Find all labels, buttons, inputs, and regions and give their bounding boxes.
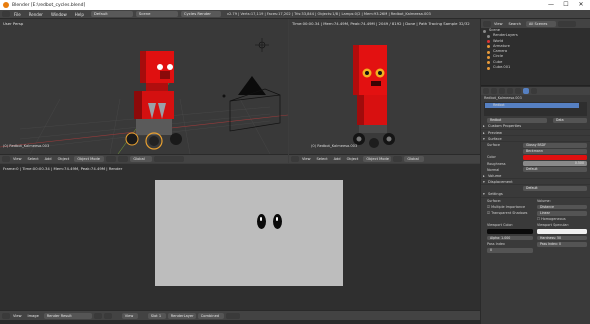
editor-type-button[interactable]	[2, 156, 10, 162]
shading-button[interactable]	[393, 156, 403, 162]
material-name-field[interactable]: Redbot	[487, 117, 547, 123]
material-tab[interactable]	[523, 88, 529, 94]
hardness-field[interactable]: Hardness: 50	[537, 235, 587, 241]
layer-selector[interactable]: RenderLayer	[167, 312, 196, 319]
texture-tab[interactable]	[531, 88, 537, 94]
close-button[interactable]: ✕	[574, 0, 588, 10]
menu-add[interactable]: Add	[331, 157, 344, 161]
display-mode-selector[interactable]: All Scenes	[525, 20, 556, 27]
viewport-specular-swatch[interactable]	[537, 229, 587, 235]
image-selector[interactable]: Render Result	[43, 312, 92, 319]
menu-add[interactable]: Add	[42, 157, 55, 161]
outliner-menu-search[interactable]: Search	[506, 22, 524, 26]
viewport-3d-right[interactable]: Time:00:00.34 | Mem:74.49M, Peak:74.49M …	[289, 19, 480, 154]
menu-object[interactable]: Object	[344, 157, 362, 161]
render-info: Frame:0 | Time:00:00.34 | Mem:74.49M, Pe…	[3, 166, 123, 171]
window-titlebar: Blender [E:\redbot_cycles.blend] — ☐ ✕	[0, 0, 590, 10]
material-slot-row[interactable]: Redbot	[485, 103, 579, 109]
minimize-button[interactable]: —	[544, 0, 558, 10]
menu-help[interactable]: Help	[71, 12, 88, 17]
right-eye-shape	[273, 214, 282, 229]
object-name-overlay-right: (0) Redbot_Kalmeesa.003	[311, 144, 358, 148]
window-title: Blender [E:\redbot_cycles.blend]	[12, 2, 86, 8]
modifiers-tab[interactable]	[515, 88, 521, 94]
render-engine-selector[interactable]: Cycles Render	[180, 11, 221, 17]
menu-select[interactable]: Select	[25, 157, 42, 161]
shading-button[interactable]	[106, 156, 117, 162]
pass-selector[interactable]: Combined	[197, 312, 224, 319]
object-name-overlay: (0) Redbot_Kalmeesa.003	[3, 144, 50, 148]
world-tab[interactable]	[499, 88, 505, 94]
viewport-left-scene	[0, 38, 288, 154]
data-selector[interactable]: Data	[553, 117, 587, 123]
pass-index-field[interactable]: Pass Index: 0	[537, 241, 587, 247]
scene-statistics: v2.79 | Verts:17,119 | Faces:17,202 | Tr…	[226, 12, 431, 16]
render-tab[interactable]	[483, 88, 489, 94]
layers-widget[interactable]	[154, 156, 185, 162]
outliner-menu-view[interactable]: View	[491, 22, 506, 26]
volume-sampling-selector[interactable]: Distance	[537, 204, 587, 210]
layout-selector[interactable]: Default	[90, 11, 133, 17]
viewport-right-scene	[353, 45, 395, 148]
editor-type-button[interactable]	[483, 20, 491, 27]
scene-selector[interactable]: Scene	[135, 11, 178, 17]
display-channels-button[interactable]	[225, 312, 240, 319]
left-eye-shape	[257, 214, 266, 229]
scene-tab[interactable]	[491, 88, 497, 94]
menu-view[interactable]: View	[10, 314, 25, 318]
interpolation-selector[interactable]: Linear	[537, 210, 587, 216]
image-editor-header: View Image Render Result View Slot 1 Ren…	[0, 310, 480, 320]
pass-index-dropdown[interactable]: 0	[487, 247, 533, 253]
view-selector[interactable]: View	[121, 312, 138, 319]
properties-tabs	[481, 86, 590, 95]
pin-image-button[interactable]	[93, 312, 102, 319]
roughness-slider[interactable]: 0.500	[523, 161, 587, 167]
orientation-selector[interactable]: Global	[404, 156, 425, 162]
right-sidebar: View Search All Scenes Scene RenderLayer…	[480, 19, 590, 324]
viewport-color-swatch[interactable]	[487, 229, 533, 235]
orientation-selector[interactable]: Global	[130, 156, 153, 162]
blender-logo-icon	[3, 2, 9, 8]
menu-window[interactable]: Window	[47, 12, 71, 17]
slot-selector[interactable]: Slot 1	[147, 312, 166, 319]
outliner-header: View Search All Scenes	[481, 19, 590, 28]
menu-view[interactable]: View	[10, 157, 25, 161]
outliner-item[interactable]: Cube.001	[481, 65, 590, 70]
menu-render[interactable]: Render	[25, 12, 47, 17]
rendered-robot	[353, 45, 395, 148]
distribution-selector[interactable]: Beckmann	[523, 148, 587, 154]
editor-type-button[interactable]	[291, 156, 299, 162]
menu-object[interactable]: Object	[55, 157, 73, 161]
viewport-3d-left[interactable]: User Persp (0) Redbot_Kalmeesa.003	[0, 19, 288, 154]
normal-selector[interactable]: Default	[523, 167, 587, 173]
editor-type-button[interactable]	[2, 312, 10, 319]
menu-view[interactable]: View	[299, 157, 314, 161]
menu-image[interactable]: Image	[25, 314, 42, 318]
surface-shader-selector[interactable]: Glossy BSDF	[523, 142, 587, 148]
maximize-button[interactable]: ☐	[559, 0, 573, 10]
editor-type-button[interactable]	[2, 11, 10, 17]
robot-model	[125, 51, 182, 150]
displacement-selector[interactable]: Default	[523, 186, 587, 191]
menu-file[interactable]: File	[10, 12, 25, 17]
info-header: File Render Window Help Default Scene Cy…	[0, 10, 590, 19]
viewport-left-header: View Select Add Object Object Mode Globa…	[0, 154, 288, 163]
outliner-search-field[interactable]	[557, 20, 576, 27]
object-tab[interactable]	[507, 88, 513, 94]
mode-selector[interactable]: Object Mode	[363, 156, 392, 162]
viewport-right-header: View Select Add Object Object Mode Globa…	[289, 154, 480, 163]
render-result-image[interactable]	[155, 180, 343, 286]
mode-selector[interactable]: Object Mode	[74, 156, 105, 162]
pivot-button[interactable]	[118, 156, 129, 162]
pass-index-value-row: 0	[481, 247, 590, 253]
outliner: Scene RenderLayers World Armature Camera…	[481, 28, 590, 86]
close-image-button[interactable]	[103, 312, 112, 319]
material-slot-list[interactable]: Redbot	[484, 102, 587, 117]
menu-select[interactable]: Select	[314, 157, 331, 161]
color-swatch[interactable]	[523, 155, 587, 160]
alpha-field[interactable]: Alpha: 1.000	[487, 235, 533, 241]
properties-breadcrumb: Redbot_Kalmeesa.003	[484, 96, 522, 100]
